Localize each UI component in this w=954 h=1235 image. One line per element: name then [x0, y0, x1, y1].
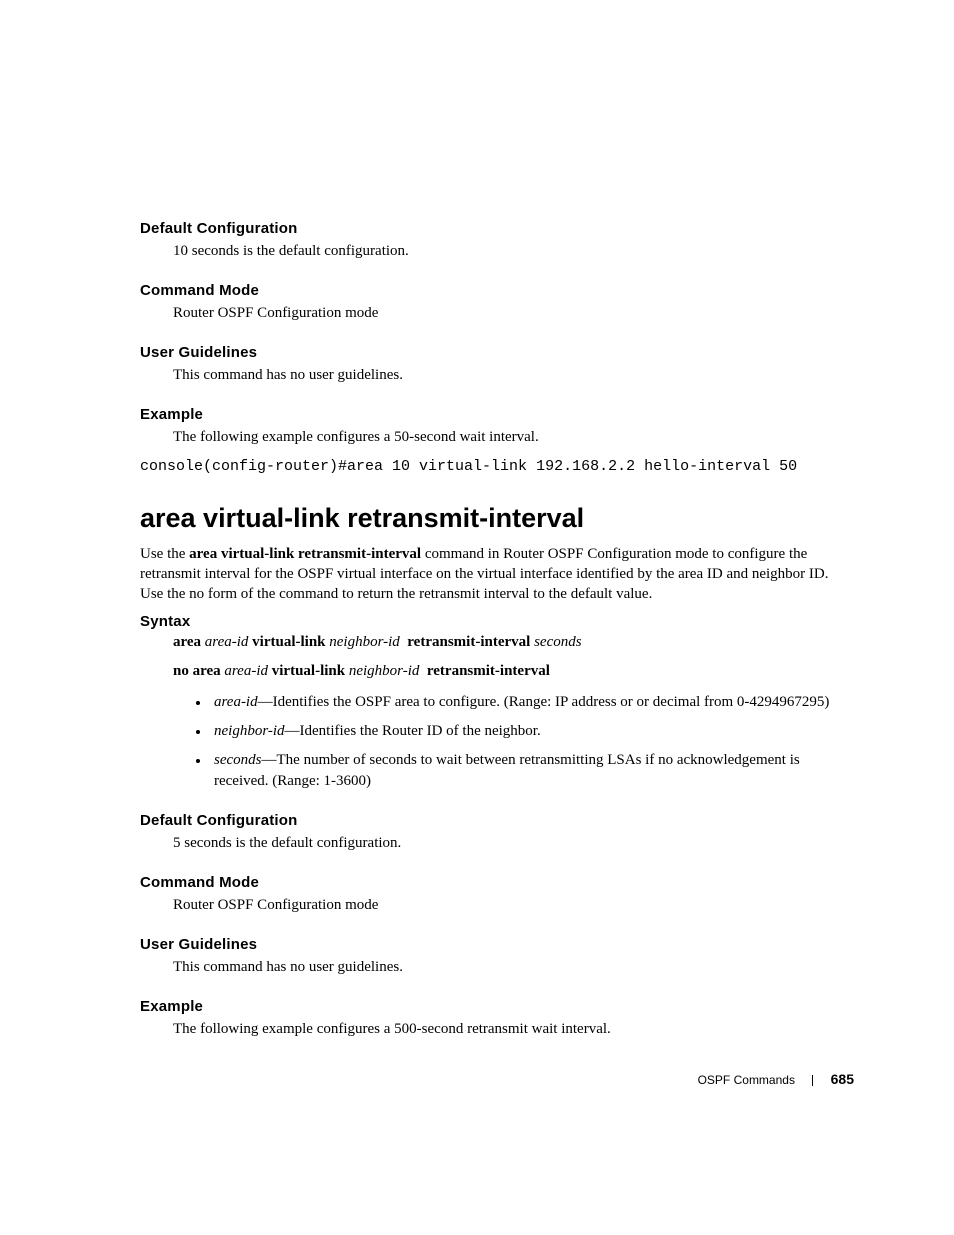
document-page: Default Configuration 10 seconds is the … — [0, 0, 954, 1040]
heading-command-mode: Command Mode — [140, 282, 854, 299]
syntax-kw: virtual-link — [272, 663, 345, 679]
syntax-line-2: no area area-id virtual-link neighbor-id… — [173, 663, 854, 680]
body-command-mode-2: Router OSPF Configuration mode — [173, 895, 854, 916]
code-example: console(config-router)#area 10 virtual-l… — [140, 456, 854, 478]
heading-default-configuration: Default Configuration — [140, 220, 854, 237]
param-desc: —Identifies the Router ID of the neighbo… — [285, 723, 541, 739]
command-intro: Use the area virtual-link retransmit-int… — [140, 544, 854, 605]
list-item: neighbor-id—Identifies the Router ID of … — [210, 721, 854, 742]
heading-command-mode-2: Command Mode — [140, 874, 854, 891]
heading-user-guidelines-2: User Guidelines — [140, 936, 854, 953]
syntax-kw: retransmit-interval — [407, 634, 530, 650]
syntax-kw: area — [173, 634, 201, 650]
list-item: seconds—The number of seconds to wait be… — [210, 750, 854, 792]
intro-pre: Use the — [140, 546, 189, 562]
footer-section: OSPF Commands — [698, 1073, 795, 1087]
syntax-param: seconds — [534, 634, 582, 650]
heading-user-guidelines: User Guidelines — [140, 344, 854, 361]
list-item: area-id—Identifies the OSPF area to conf… — [210, 692, 854, 713]
syntax-param: neighbor-id — [329, 634, 400, 650]
syntax-line-1: area area-id virtual-link neighbor-id re… — [173, 634, 854, 651]
body-example-2: The following example configures a 500-s… — [173, 1019, 854, 1040]
param-name: area-id — [214, 694, 258, 710]
heading-example-2: Example — [140, 998, 854, 1015]
footer-page-number: 685 — [831, 1071, 854, 1087]
param-list: area-id—Identifies the OSPF area to conf… — [210, 692, 854, 792]
syntax-param: neighbor-id — [349, 663, 420, 679]
body-example: The following example configures a 50-se… — [173, 427, 854, 448]
footer-separator — [812, 1075, 813, 1086]
intro-bold: area virtual-link retransmit-interval — [189, 546, 421, 562]
heading-default-configuration-2: Default Configuration — [140, 812, 854, 829]
param-desc: —Identifies the OSPF area to configure. … — [258, 694, 830, 710]
body-user-guidelines: This command has no user guidelines. — [173, 365, 854, 386]
command-title: area virtual-link retransmit-interval — [140, 503, 854, 534]
param-desc: —The number of seconds to wait between r… — [214, 752, 800, 789]
syntax-param: area-id — [224, 663, 268, 679]
param-name: seconds — [214, 752, 262, 768]
body-user-guidelines-2: This command has no user guidelines. — [173, 957, 854, 978]
syntax-kw: virtual-link — [252, 634, 325, 650]
body-command-mode: Router OSPF Configuration mode — [173, 303, 854, 324]
syntax-param: area-id — [205, 634, 249, 650]
heading-example: Example — [140, 406, 854, 423]
page-footer: OSPF Commands 685 — [698, 1071, 854, 1087]
param-name: neighbor-id — [214, 723, 285, 739]
body-default-configuration-2: 5 seconds is the default configuration. — [173, 833, 854, 854]
heading-syntax: Syntax — [140, 613, 854, 630]
body-default-configuration: 10 seconds is the default configuration. — [173, 241, 854, 262]
syntax-kw: no area — [173, 663, 221, 679]
syntax-kw: retransmit-interval — [427, 663, 550, 679]
